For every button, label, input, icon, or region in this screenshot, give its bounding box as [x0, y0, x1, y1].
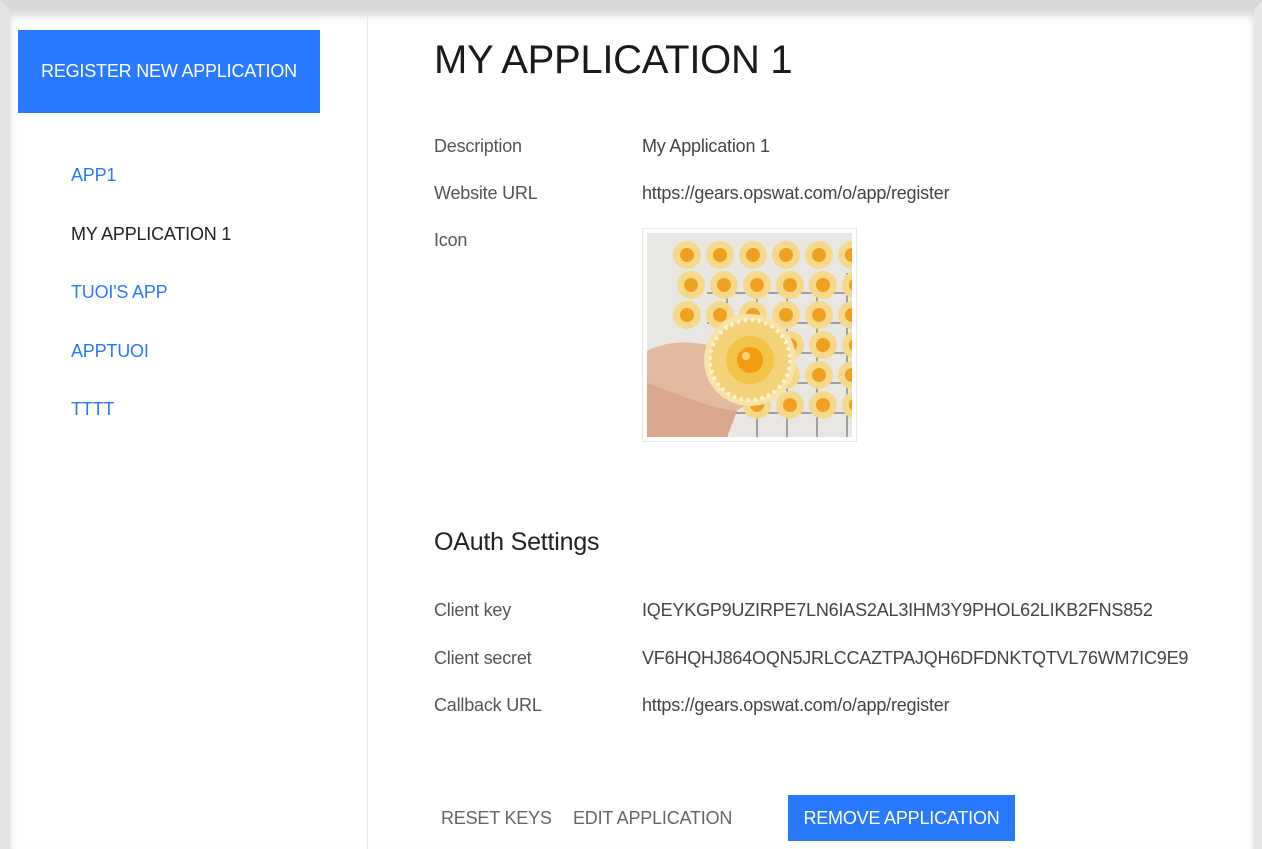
client-secret-value: VF6HQHJ864OQN5JRLCCAZTPAJQH6DFDNKTQTVL76… — [642, 648, 1189, 668]
tart-yolk-decoration — [713, 248, 727, 262]
application-list: APP1 MY APPLICATION 1 TUOI'S APP APPTUOI… — [71, 165, 231, 458]
app-icon-image — [642, 228, 857, 442]
description-value: My Application 1 — [642, 136, 770, 156]
oauth-settings-heading: OAuth Settings — [434, 528, 600, 556]
tart-yolk-decoration — [746, 248, 760, 262]
website-url-value: https://gears.opswat.com/o/app/register — [642, 183, 950, 203]
app-icon-photo — [647, 233, 852, 437]
tart-yolk-decoration — [812, 248, 826, 262]
website-url-label: Website URL — [434, 183, 538, 203]
tart-yolk-decoration — [684, 278, 698, 292]
tart-yolk-decoration — [783, 278, 797, 292]
tart-yolk-decoration — [812, 308, 826, 322]
tart-yolk-decoration — [816, 338, 830, 352]
sidebar-item-tuois-app[interactable]: TUOI'S APP — [71, 282, 231, 341]
tart-yolk-decoration — [717, 278, 731, 292]
tart-yolk-decoration — [713, 308, 727, 322]
register-new-application-button[interactable]: REGISTER NEW APPLICATION — [18, 30, 320, 113]
callback-url-label: Callback URL — [434, 695, 542, 715]
tart-yolk-decoration — [680, 308, 694, 322]
tart-yolk-decoration — [779, 308, 793, 322]
tart-yolk-decoration — [779, 248, 793, 262]
edit-application-button[interactable]: EDIT APPLICATION — [573, 795, 732, 841]
sidebar-item-app1[interactable]: APP1 — [71, 165, 231, 224]
tart-yolk-decoration — [783, 398, 797, 412]
tart-yolk-decoration — [816, 278, 830, 292]
application-details: MY APPLICATION 1 Description My Applicat… — [434, 10, 1254, 849]
reset-keys-button[interactable]: RESET KEYS — [441, 795, 552, 841]
sidebar: REGISTER NEW APPLICATION APP1 MY APPLICA… — [10, 10, 368, 849]
client-key-label: Client key — [434, 600, 512, 620]
tart-yolk-decoration — [816, 398, 830, 412]
tart-yolk-decoration — [680, 248, 694, 262]
app-window: REGISTER NEW APPLICATION APP1 MY APPLICA… — [0, 0, 1262, 849]
callback-url-value: https://gears.opswat.com/o/app/register — [642, 695, 950, 715]
tart-yolk-decoration — [812, 368, 826, 382]
client-secret-label: Client secret — [434, 648, 532, 668]
page-title: MY APPLICATION 1 — [434, 38, 793, 82]
tart-yolk-decoration — [750, 278, 764, 292]
description-label: Description — [434, 136, 522, 156]
sidebar-item-apptuoi[interactable]: APPTUOI — [71, 341, 231, 400]
icon-label: Icon — [434, 230, 468, 250]
sidebar-item-tttt[interactable]: TTTT — [71, 399, 231, 458]
client-key-value: IQEYKGP9UZIRPE7LN6IAS2AL3IHM3Y9PHOL62LIK… — [642, 600, 1153, 620]
sidebar-item-my-application-1[interactable]: MY APPLICATION 1 — [71, 224, 231, 283]
remove-application-button[interactable]: REMOVE APPLICATION — [788, 795, 1015, 841]
pastry-photo-icon — [647, 233, 852, 437]
